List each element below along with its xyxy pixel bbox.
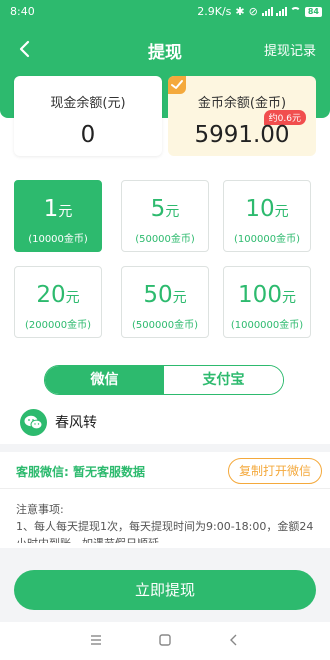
status-bar: 8:40 2.9K/s ✱ ⊘ 84 (0, 0, 330, 24)
amount-unit: 元 (58, 204, 73, 220)
customer-service-row: 客服微信: 暂无客服数据 复制打开微信 (16, 458, 322, 484)
wifi-icon (289, 7, 301, 16)
customer-service-text: 客服微信: 暂无客服数据 (16, 465, 145, 479)
notes-title: 注意事项: (16, 503, 64, 516)
amount-coins: (1000000金币) (230, 320, 304, 331)
amount-value: 1 (43, 196, 59, 222)
account-row: 春风转 (20, 408, 97, 436)
amount-value: 20 (36, 282, 66, 308)
status-time: 8:40 (10, 5, 35, 18)
coin-balance-label: 金币余额(金币) (197, 96, 287, 111)
coin-balance-card[interactable]: 金币余额(金币) 约0.6元 5991.00 (168, 76, 316, 156)
amount-unit: 元 (274, 204, 289, 220)
notes-section: 注意事项: 1、每人每天提现1次，每天提现时间为9:00-18:00，金额24小… (16, 501, 316, 543)
amount-unit: 元 (165, 204, 180, 220)
amount-option-50[interactable]: 50元 (500000金币) (121, 266, 209, 338)
amount-unit: 元 (172, 290, 187, 306)
notes-line: 1、每人每天提现1次，每天提现时间为9:00-18:00，金额24小时内到账，如… (16, 520, 314, 543)
amount-option-1[interactable]: 1元 (10000金币) (14, 180, 102, 252)
battery-icon: 84 (304, 6, 322, 17)
mute-icon: ⊘ (248, 5, 258, 18)
coin-balance-value: 5991.00 (194, 122, 290, 148)
signal-icon (261, 7, 273, 16)
cash-balance-card[interactable]: 现金余额(元) 0 (14, 76, 162, 156)
amount-coins: (500000金币) (132, 320, 198, 331)
amount-unit: 元 (65, 290, 80, 306)
tab-alipay[interactable]: 支付宝 (164, 366, 283, 394)
amount-value: 100 (238, 282, 282, 308)
amount-coins: (200000金币) (25, 320, 91, 331)
amount-value: 5 (150, 196, 166, 222)
cash-balance-value: 0 (80, 122, 96, 148)
amount-option-100[interactable]: 100元 (1000000金币) (223, 266, 311, 338)
signal-icon-2 (275, 7, 287, 16)
amount-value: 50 (143, 282, 173, 308)
bluetooth-icon: ✱ (235, 5, 245, 18)
tab-wechat[interactable]: 微信 (45, 366, 164, 394)
app-header: 提现 提现记录 (0, 34, 330, 64)
amount-coins: (100000金币) (234, 234, 300, 245)
amount-option-10[interactable]: 10元 (100000金币) (223, 180, 311, 252)
cash-balance-label: 现金余额(元) (50, 96, 126, 111)
home-icon[interactable] (157, 632, 173, 648)
amount-value: 10 (245, 196, 275, 222)
amount-coins: (10000金币) (28, 234, 88, 245)
amount-option-20[interactable]: 20元 (200000金币) (14, 266, 102, 338)
section-divider (0, 444, 330, 452)
menu-icon[interactable] (88, 632, 104, 648)
amount-coins: (50000金币) (135, 234, 195, 245)
network-speed: 2.9K/s (197, 5, 232, 18)
back-nav-icon[interactable] (226, 632, 242, 648)
copy-open-wechat-button[interactable]: 复制打开微信 (227, 458, 322, 484)
section-divider (0, 488, 330, 489)
amount-option-5[interactable]: 5元 (50000金币) (121, 180, 209, 252)
status-icons: 2.9K/s ✱ ⊘ 84 (197, 5, 322, 18)
account-name: 春风转 (55, 415, 97, 431)
payment-method-tabs: 微信 支付宝 (44, 365, 284, 395)
wechat-icon (20, 408, 47, 436)
amount-unit: 元 (281, 290, 296, 306)
withdraw-record-link[interactable]: 提现记录 (264, 40, 316, 59)
withdraw-now-button[interactable]: 立即提现 (14, 570, 316, 610)
system-nav-bar (0, 622, 330, 660)
